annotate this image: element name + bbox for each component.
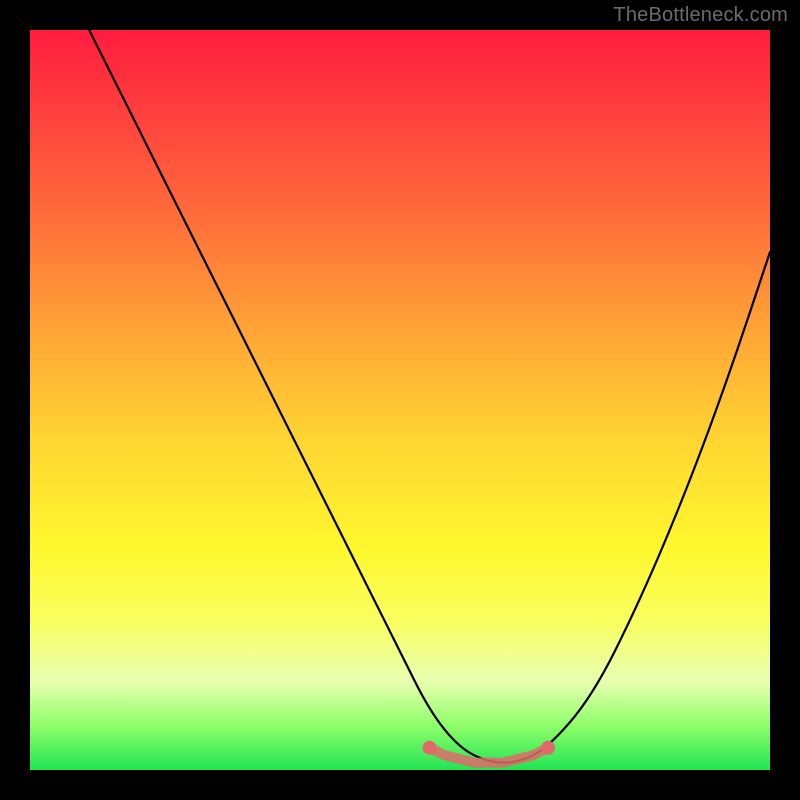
basin-end-dot: [423, 741, 437, 755]
bottleneck-curve: [89, 30, 770, 763]
bottleneck-curve-svg: [30, 30, 770, 770]
chart-frame: TheBottleneck.com: [0, 0, 800, 800]
watermark-text: TheBottleneck.com: [613, 4, 788, 27]
basin-markers: [423, 741, 555, 763]
bottleneck-curve-path: [89, 30, 770, 763]
basin-end-dot: [541, 741, 555, 755]
basin-smear: [430, 748, 548, 763]
plot-area: [30, 30, 770, 770]
